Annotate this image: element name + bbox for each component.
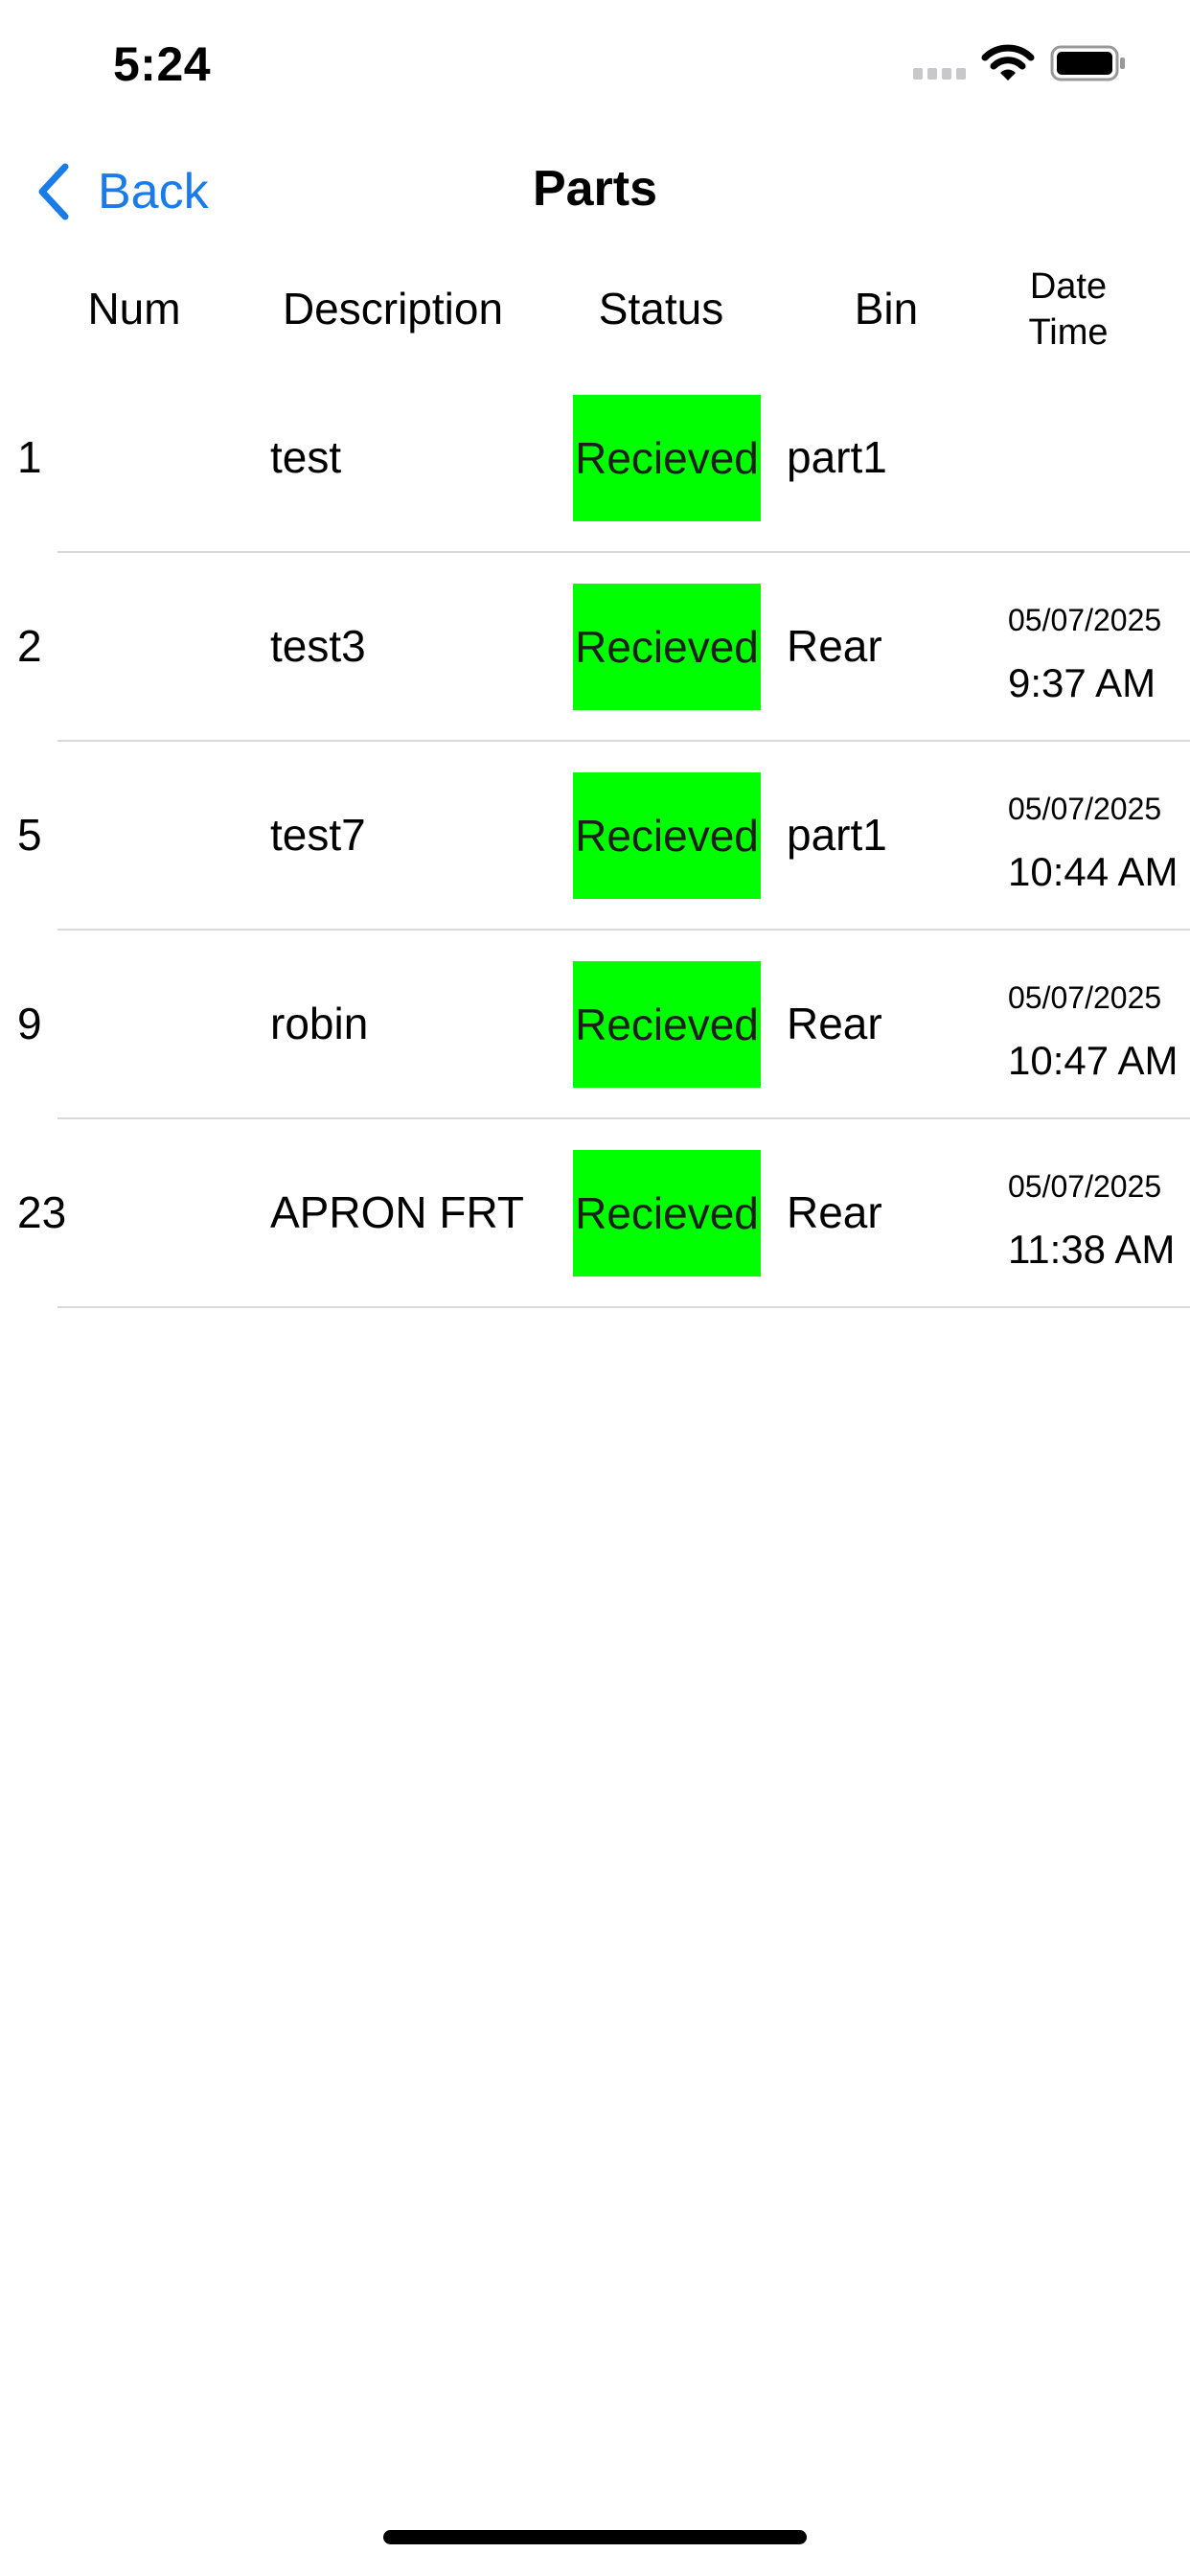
- row-date: 05/07/2025: [1008, 792, 1162, 826]
- wifi-icon: [981, 44, 1035, 80]
- row-time: 9:37 AM: [1008, 660, 1156, 705]
- column-header-time: Time: [1028, 312, 1109, 353]
- column-header-num: Num: [87, 284, 181, 334]
- status-badge: Recieved: [573, 395, 761, 521]
- row-time: 11:38 AM: [1008, 1227, 1176, 1272]
- home-indicator[interactable]: [383, 2530, 807, 2544]
- status-badge: Recieved: [573, 584, 761, 710]
- table-row[interactable]: 2 test3 Recieved Rear 05/07/2025 9:37 AM: [0, 553, 1190, 742]
- row-description: test7: [270, 810, 366, 860]
- status-badge: Recieved: [573, 961, 761, 1088]
- row-date: 05/07/2025: [1008, 980, 1162, 1015]
- table-row[interactable]: 5 test7 Recieved part1 05/07/2025 10:44 …: [0, 742, 1190, 931]
- row-divider: [57, 1306, 1190, 1308]
- row-num: 5: [17, 810, 42, 860]
- row-description: APRON FRT: [270, 1187, 524, 1237]
- parts-list: 1 test Recieved part1 2 test3 Recieved R…: [0, 364, 1190, 1308]
- column-header-date-time: Date Time: [996, 264, 1140, 356]
- status-badge: Recieved: [573, 772, 761, 899]
- column-header-bin: Bin: [854, 284, 919, 334]
- row-bin: part1: [787, 432, 887, 482]
- back-button-label: Back: [98, 164, 209, 219]
- row-bin: Rear: [787, 999, 882, 1048]
- table-header: Num Description Status Bin Date Time: [0, 259, 1190, 364]
- navigation-bar: Parts Back: [0, 134, 1190, 249]
- column-header-description: Description: [282, 284, 504, 334]
- chevron-left-icon: [38, 163, 69, 220]
- cellular-signal-icon: [913, 68, 966, 80]
- row-num: 9: [17, 999, 42, 1048]
- column-header-status: Status: [598, 284, 724, 334]
- row-date: 05/07/2025: [1008, 603, 1162, 637]
- status-bar: 5:24: [0, 0, 1190, 134]
- row-bin: part1: [787, 810, 887, 860]
- table-row[interactable]: 9 robin Recieved Rear 05/07/2025 10:47 A…: [0, 931, 1190, 1119]
- row-num: 23: [17, 1187, 67, 1237]
- status-badge: Recieved: [573, 1150, 761, 1276]
- back-button[interactable]: Back: [34, 158, 209, 225]
- parts-screen: 5:24 Parts Back Num Description Status B…: [0, 0, 1190, 2576]
- row-description: test3: [270, 621, 366, 671]
- row-num: 1: [17, 432, 42, 482]
- row-bin: Rear: [787, 1187, 882, 1237]
- row-num: 2: [17, 621, 42, 671]
- table-row[interactable]: 23 APRON FRT Recieved Rear 05/07/2025 11…: [0, 1119, 1190, 1308]
- table-row[interactable]: 1 test Recieved part1: [0, 364, 1190, 553]
- row-time: 10:47 AM: [1008, 1038, 1179, 1083]
- row-date: 05/07/2025: [1008, 1169, 1162, 1204]
- battery-icon: [1050, 45, 1125, 81]
- row-time: 10:44 AM: [1008, 849, 1179, 894]
- column-header-date: Date: [1029, 266, 1108, 307]
- row-bin: Rear: [787, 621, 882, 671]
- row-description: robin: [270, 999, 369, 1048]
- row-description: test: [270, 432, 342, 482]
- status-time: 5:24: [113, 37, 212, 91]
